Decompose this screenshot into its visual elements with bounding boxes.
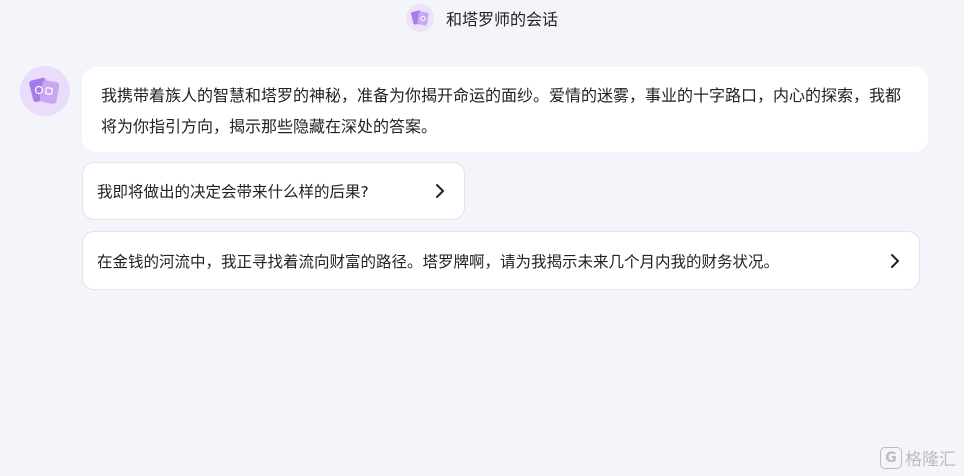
chat-header: 和塔罗师的会话 [0, 0, 964, 36]
bot-avatar [20, 66, 70, 116]
bot-message-text: 我携带着族人的智慧和塔罗的神秘，准备为你揭开命运的面纱。爱情的迷雾，事业的十字路… [101, 86, 902, 136]
chevron-right-icon [889, 252, 901, 270]
suggestion-text: 我即将做出的决定会带来什么样的后果? [97, 183, 369, 201]
tarot-cards-icon [29, 77, 60, 104]
bot-message-bubble: 我携带着族人的智慧和塔罗的神秘，准备为你揭开命运的面纱。爱情的迷雾，事业的十字路… [82, 67, 928, 152]
chevron-right-icon [434, 182, 446, 200]
tarot-cards-icon [405, 4, 434, 32]
suggestion-button[interactable]: 我即将做出的决定会带来什么样的后果? [82, 162, 465, 220]
page-title: 和塔罗师的会话 [445, 10, 558, 29]
watermark: G 格隆汇 [880, 445, 956, 470]
suggestion-button[interactable]: 在金钱的河流中，我正寻找着流向财富的路径。塔罗牌啊，请为我揭示未来几个月内我的财… [82, 231, 920, 290]
suggestion-text: 在金钱的河流中，我正寻找着流向财富的路径。塔罗牌啊，请为我揭示未来几个月内我的财… [97, 252, 780, 271]
watermark-text: 格隆汇 [905, 450, 956, 470]
watermark-logo-icon: G [880, 446, 902, 469]
